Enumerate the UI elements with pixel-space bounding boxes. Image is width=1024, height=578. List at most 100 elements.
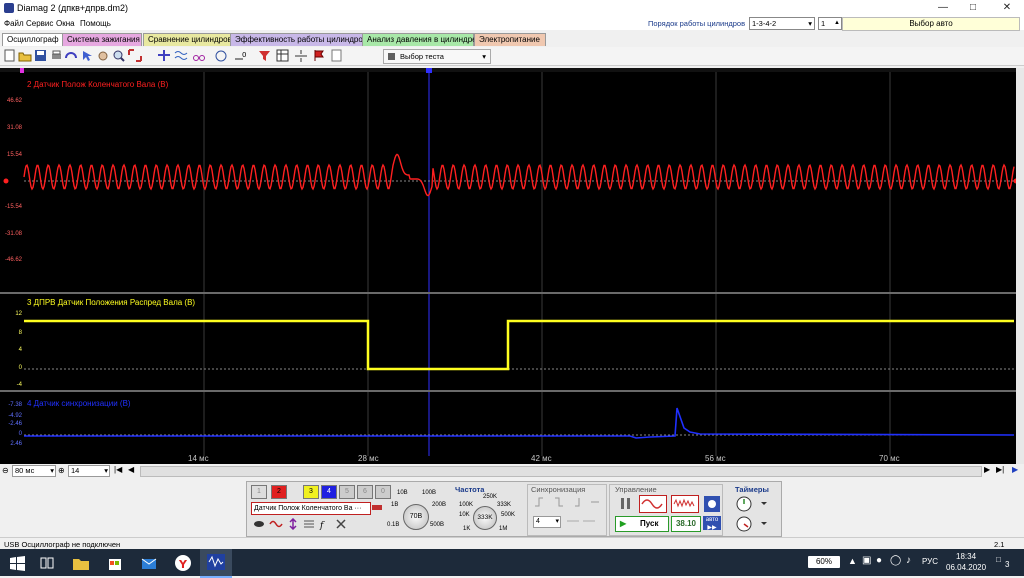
sync-edge-icons[interactable] [533, 496, 601, 508]
tab-power-supply[interactable]: Электропитание [474, 33, 546, 46]
cylinder-number-stepper[interactable]: 1 ▲ [818, 17, 842, 30]
file-explorer-icon[interactable] [70, 553, 92, 573]
test-select-dropdown[interactable]: Выбор теста ▾ [383, 49, 491, 64]
scroll-end-icon[interactable]: ▶| [996, 465, 1004, 474]
tab-cylinder-compare[interactable]: Сравнение цилиндров [143, 33, 233, 46]
time-scrollbar[interactable] [140, 466, 982, 477]
fit-icon[interactable] [128, 49, 142, 62]
print-icon[interactable] [50, 49, 63, 62]
tools-icon[interactable] [335, 518, 347, 530]
scissors-icon[interactable] [192, 49, 206, 62]
language-indicator[interactable]: РУС [922, 557, 938, 566]
sync-arrows-icon[interactable] [565, 516, 597, 526]
zoom-out-icon[interactable]: ⊖ [2, 466, 9, 475]
tab-oscilloscope[interactable]: Осциллограф [2, 33, 65, 46]
start-button[interactable]: ▶ Пуск [615, 516, 669, 532]
windows-start-icon[interactable] [6, 553, 28, 573]
vertical-arrows-icon[interactable] [287, 518, 299, 530]
network-icon[interactable]: ▲ [848, 556, 857, 566]
channel-1-button[interactable]: 1 [251, 485, 267, 499]
channel-separator[interactable] [0, 390, 1024, 392]
menu-file[interactable]: Файл [4, 19, 24, 28]
battery-icon[interactable]: ▣ [862, 555, 871, 566]
oscilloscope-display[interactable]: 2 Датчик Полож Коленчатого Вала (В) 3 ДП… [0, 68, 1024, 464]
channel-2-button[interactable]: 2 [271, 485, 287, 499]
noise-mode-icon[interactable] [671, 495, 699, 513]
split-icon[interactable] [294, 49, 308, 62]
tab-ignition[interactable]: Система зажигания [62, 33, 142, 46]
diamag-taskbar-button[interactable] [200, 549, 232, 578]
menu-help[interactable]: Помощь [80, 19, 111, 28]
angle-icon[interactable] [214, 49, 228, 62]
pause-icon[interactable] [615, 495, 637, 513]
maximize-button[interactable]: □ [958, 0, 988, 16]
tab-cylinder-efficiency[interactable]: Эффективность работы цилиндров [230, 33, 367, 46]
cross-arrows-icon[interactable] [157, 49, 171, 62]
task-view-icon[interactable] [36, 553, 58, 573]
new-file-icon[interactable] [4, 49, 16, 62]
frequency-knob[interactable]: 333K [473, 506, 497, 530]
open-folder-icon[interactable] [18, 49, 32, 62]
timer-2-icon[interactable] [735, 515, 771, 533]
channel-5-button[interactable]: 5 [339, 485, 355, 499]
record-icon[interactable] [703, 495, 721, 513]
cursor-handle[interactable] [426, 68, 432, 73]
trigger-marker[interactable] [20, 68, 24, 73]
function-icon[interactable]: f [319, 518, 331, 530]
zoom-select[interactable]: 14 ▾ [68, 465, 110, 477]
store-icon[interactable] [104, 553, 126, 573]
channel-0-button[interactable]: 0 [375, 485, 391, 499]
auto-button[interactable]: авто ▶▶ [703, 516, 721, 531]
auto-select-button[interactable]: Выбор авто [842, 17, 1020, 31]
waves-icon[interactable] [174, 49, 188, 62]
timer-1-icon[interactable] [735, 495, 771, 513]
eye-icon[interactable] [253, 518, 265, 530]
clock-date[interactable]: 06.04.2020 [946, 563, 986, 572]
timebase-select[interactable]: 80 мс ▾ [12, 465, 56, 477]
page-icon[interactable] [330, 49, 344, 62]
loop-icon[interactable] [64, 49, 78, 62]
cursor-icon[interactable] [80, 49, 94, 62]
marker-zero-icon[interactable]: 0 [233, 49, 247, 62]
svg-text:Y: Y [178, 558, 188, 571]
play-icon[interactable]: ▶ [1012, 465, 1018, 474]
channel-separator[interactable] [0, 292, 1024, 294]
channel-name-field[interactable]: Датчик Полож Коленчатого Ва ··· [251, 502, 371, 515]
channel-3-button[interactable]: 3 [303, 485, 319, 499]
menu-windows[interactable]: Окна [56, 19, 75, 28]
channel-4-button[interactable]: 4 [321, 485, 337, 499]
globe-icon[interactable]: ◯ [890, 555, 901, 566]
scroll-start-icon[interactable]: |◀ [114, 465, 122, 474]
save-icon[interactable] [34, 49, 47, 62]
battery-indicator[interactable]: 60% [808, 556, 840, 568]
printer-icon[interactable] [371, 501, 383, 513]
notifications-button[interactable]: □ 3 [996, 554, 1012, 570]
voltage-knob[interactable]: 70В [403, 504, 429, 530]
minimize-button[interactable]: — [928, 0, 958, 16]
scroll-left-icon[interactable]: ◀ [128, 465, 134, 474]
test-icon [388, 53, 395, 60]
scroll-right-icon[interactable]: ▶ [984, 465, 990, 474]
zoom-in-icon[interactable]: ⊕ [58, 466, 65, 475]
yandex-browser-icon[interactable]: Y [172, 553, 194, 573]
flag-icon[interactable] [312, 49, 326, 62]
wifi-icon[interactable]: ● [876, 555, 882, 566]
channel-6-button[interactable]: 6 [357, 485, 373, 499]
wave-filter-icon[interactable] [269, 518, 283, 530]
vertical-scrollbar[interactable] [1016, 68, 1024, 464]
filter-icon[interactable] [258, 49, 272, 62]
frequency-label: 500K [501, 512, 516, 518]
mail-icon[interactable] [138, 553, 160, 573]
sine-mode-icon[interactable] [639, 495, 667, 513]
tab-pressure-analysis[interactable]: Анализ давления в цилиндре [362, 33, 477, 46]
lines-icon[interactable] [303, 518, 315, 530]
table-icon[interactable] [276, 49, 290, 62]
menu-service[interactable]: Сервис [26, 19, 53, 28]
close-button[interactable]: ✕ [992, 0, 1022, 16]
hand-icon[interactable] [96, 49, 110, 62]
volume-icon[interactable]: ♪ [906, 555, 911, 566]
cylinder-order-select[interactable]: 1-3-4-2 ▾ [749, 17, 815, 30]
zoom-icon[interactable] [112, 49, 126, 62]
clock-time[interactable]: 18:34 [956, 552, 976, 561]
sync-channel-select[interactable]: 4 ▾ [533, 516, 561, 528]
